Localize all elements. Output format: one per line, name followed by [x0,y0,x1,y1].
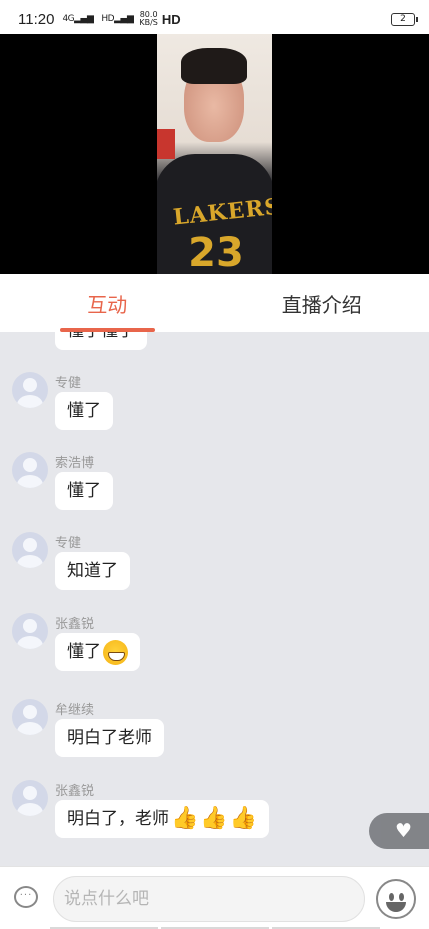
grin-emoji-icon [103,639,128,665]
battery-icon: 2 [391,12,418,26]
presenter-hair [181,48,247,84]
thumbs-up-icon: 👍 [229,806,258,831]
comment-input-bar: ··· [0,866,429,929]
heart-icon: ♥ [395,820,413,842]
sender-name: 专健 [55,376,82,391]
avatar[interactable] [12,699,48,735]
hd-indicator: HD [161,11,181,27]
message-bubble: 明白了老师 [55,719,164,757]
tab-live-intro-label: 直播介绍 [281,292,362,317]
background-wall [157,129,175,159]
smiley-icon[interactable] [376,879,416,919]
avatar[interactable] [12,372,48,408]
sender-name: 张鑫锐 [55,617,95,632]
chat-list[interactable]: 懂了懂了 专健 懂了 索浩博 懂了 专健 知道了 张鑫锐 懂了 牟继续 明白了老… [0,332,429,866]
message-text: 明白了，老师 [67,809,169,829]
tab-live-intro[interactable]: 直播介绍 [215,274,429,332]
net-speed: 80.0 KB/S [139,10,158,27]
message-bubble: 懂了懂了 [55,332,147,350]
thumbs-up-icon: 👍 [200,806,228,831]
status-time: 11:20 [18,10,55,28]
sender-name: 张鑫锐 [55,784,95,799]
avatar[interactable] [12,780,48,816]
sender-name: 索浩博 [55,456,95,471]
message-bubble: 懂了 [55,633,140,671]
avatar[interactable] [12,532,48,568]
comment-input-container[interactable] [53,876,365,922]
tab-interaction-label: 互动 [87,292,128,317]
avatar[interactable] [12,452,48,488]
signal-4g-icon: 4G▂▄▆ [62,13,94,24]
message-text: 懂了 [67,642,101,662]
message-bubble: 懂了 [55,392,113,430]
sender-name: 牟继续 [55,703,95,718]
message-bubble: 知道了 [55,552,130,590]
comment-icon[interactable]: ··· [14,886,38,908]
like-button[interactable]: ♥ [369,813,429,849]
tab-bar: 互动 直播介绍 [0,274,429,332]
thumbs-up-icon: 👍 [171,806,199,831]
signal-hd-icon: HD▂▄▆ [101,13,134,24]
avatar[interactable] [12,613,48,649]
video-player[interactable]: LAKERS 23 [0,34,429,274]
message-bubble: 明白了，老师👍👍👍 [55,800,270,838]
comment-input[interactable] [64,889,364,909]
jersey-number: 23 [188,230,244,274]
video-frame: LAKERS 23 [157,34,272,274]
message-bubble: 懂了 [55,472,113,510]
sender-name: 专健 [55,536,82,551]
tab-interaction[interactable]: 互动 [0,274,215,332]
status-bar: 11:20 4G▂▄▆ HD▂▄▆ 80.0 KB/S HD 2 [0,0,429,38]
